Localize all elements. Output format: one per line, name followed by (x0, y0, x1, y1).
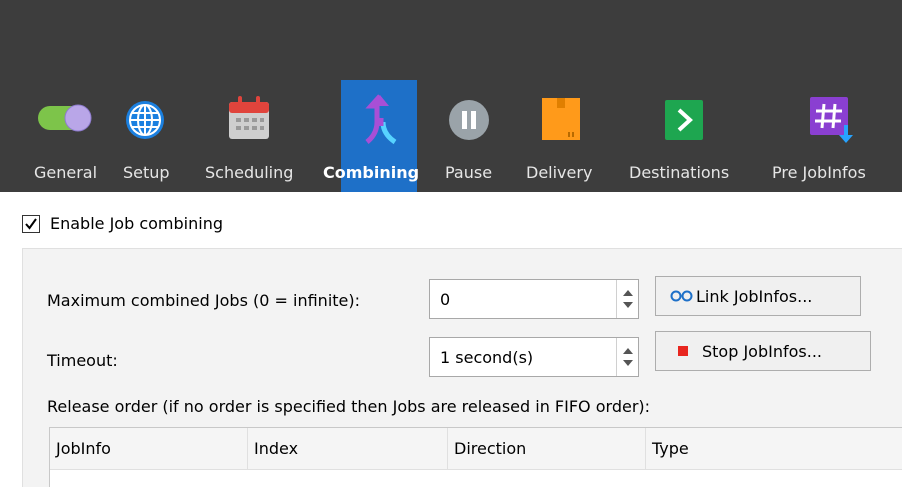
tab-destinations-label: Destinations (629, 163, 730, 182)
combining-options-group: Maximum combined Jobs (0 = infinite): 0 … (22, 248, 902, 487)
chevron-right-icon (665, 100, 703, 140)
checkmark-icon (25, 217, 37, 230)
enable-combining-label: Enable Job combining (50, 214, 223, 233)
tab-scheduling-label: Scheduling (205, 163, 294, 182)
tab-scheduling[interactable]: Scheduling (200, 0, 312, 192)
tab-combining-label: Combining (323, 163, 420, 182)
toolbar: General Setup Scheduling Combining Pause… (0, 0, 902, 192)
stop-icon (678, 346, 688, 356)
max-jobs-label: Maximum combined Jobs (0 = infinite): (47, 291, 361, 310)
column-type[interactable]: Type (646, 428, 902, 470)
tab-general[interactable]: General (30, 0, 105, 192)
timeout-value: 1 second(s) (440, 348, 534, 367)
max-jobs-value: 0 (440, 290, 451, 309)
timeout-spinbox[interactable]: 1 second(s) (429, 337, 639, 377)
spin-down-icon[interactable] (623, 360, 633, 366)
column-direction[interactable]: Direction (448, 428, 646, 470)
enable-combining-checkbox[interactable] (22, 214, 40, 233)
stop-jobinfos-label: Stop JobInfos... (702, 341, 822, 361)
tab-pause-label: Pause (445, 163, 493, 182)
tab-setup-label: Setup (123, 163, 170, 182)
merge-arrow-icon (365, 94, 397, 145)
tab-delivery[interactable]: Delivery (526, 0, 614, 192)
pause-icon (449, 100, 489, 140)
link-icon (670, 290, 693, 302)
timeout-stepper[interactable] (616, 338, 638, 376)
stop-jobinfos-button[interactable]: Stop JobInfos... (655, 331, 871, 371)
box-icon (542, 98, 580, 140)
tab-setup[interactable]: Setup (118, 0, 186, 192)
tab-pause[interactable]: Pause (445, 0, 505, 192)
tab-destinations[interactable]: Destinations (628, 0, 752, 192)
enable-combining-row[interactable]: Enable Job combining (22, 214, 223, 233)
globe-icon (126, 101, 164, 139)
release-order-label: Release order (if no order is specified … (47, 397, 651, 416)
max-jobs-stepper[interactable] (616, 280, 638, 318)
column-index[interactable]: Index (248, 428, 448, 470)
timeout-label: Timeout: (47, 351, 118, 370)
tab-pre-jobinfos[interactable]: Pre JobInfos (770, 0, 896, 192)
tab-combining[interactable]: Combining (323, 80, 419, 192)
tab-delivery-label: Delivery (526, 163, 593, 182)
hash-download-icon (810, 97, 853, 143)
spin-up-icon[interactable] (623, 290, 633, 296)
table-header: JobInfo Index Direction Type (50, 428, 902, 470)
max-jobs-spinbox[interactable]: 0 (429, 279, 639, 319)
spin-down-icon[interactable] (623, 302, 633, 308)
calendar-icon (229, 96, 269, 139)
column-jobinfo[interactable]: JobInfo (50, 428, 248, 470)
link-jobinfos-button[interactable]: Link JobInfos... (655, 276, 861, 316)
toggle-icon (38, 104, 92, 132)
combining-panel: Enable Job combining Maximum combined Jo… (0, 192, 902, 487)
release-order-table[interactable]: JobInfo Index Direction Type (49, 427, 902, 487)
tab-pre-jobinfos-label: Pre JobInfos (772, 163, 866, 182)
tab-general-label: General (34, 163, 98, 182)
link-jobinfos-label: Link JobInfos... (696, 286, 813, 306)
spin-up-icon[interactable] (623, 348, 633, 354)
